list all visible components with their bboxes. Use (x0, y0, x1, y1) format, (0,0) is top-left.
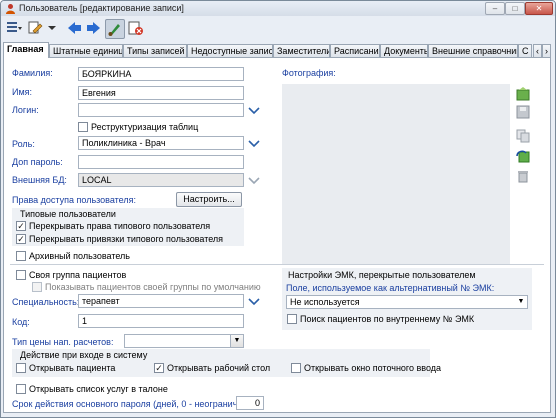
specialty-chevron-down-icon[interactable] (246, 295, 262, 309)
emk-field-select[interactable]: Не используется ▼ (286, 295, 528, 309)
override-bindings-checkbox[interactable]: ✓ (16, 234, 26, 244)
open-desktop-label: Открывать рабочий стол (167, 363, 271, 373)
photo-load-icon[interactable] (515, 86, 531, 102)
login-input[interactable] (78, 103, 244, 117)
tab-scroll-left-icon[interactable]: ‹ (533, 44, 542, 57)
chevron-down-icon[interactable] (246, 104, 262, 118)
surname-label: Фамилия: (12, 68, 53, 78)
tab-documents[interactable]: Документы (380, 44, 428, 57)
login-label: Логин: (12, 105, 39, 115)
user-edit-window: Пользователь [редактирование записи] – □… (0, 0, 556, 418)
specialty-label: Специальность: (12, 297, 80, 307)
title-bar: Пользователь [редактирование записи] – □… (1, 1, 555, 16)
edit-icon[interactable] (27, 19, 45, 37)
window-title: Пользователь [редактирование записи] (19, 3, 184, 13)
main-tab-content: Фамилия: БОЯРКИНА Имя: Евгения Логин: Ре… (3, 57, 551, 413)
archive-user-checkbox[interactable] (16, 251, 26, 261)
refresh-icon[interactable] (515, 148, 531, 164)
open-stream-checkbox[interactable] (291, 363, 301, 373)
edit-dropdown-icon[interactable] (47, 19, 57, 37)
arrow-left-icon[interactable] (65, 19, 83, 37)
open-services-checkbox[interactable] (16, 384, 26, 394)
save-disk-icon[interactable] (515, 104, 531, 120)
price-type-label: Тип цены нап. расчетов: (12, 337, 114, 347)
emk-field-label: Поле, используемое как альтернативный № … (286, 283, 495, 293)
own-group-checkbox[interactable] (16, 270, 26, 280)
archive-user-label: Архивный пользователь (29, 251, 130, 261)
brush-icon[interactable] (105, 19, 125, 39)
extra-password-label: Доп пароль: (12, 157, 63, 167)
code-input[interactable]: 1 (78, 314, 244, 328)
role-chevron-down-icon[interactable] (246, 137, 262, 151)
emk-search-label: Поиск пациентов по внутреннему № ЭМК (300, 314, 475, 324)
trash-icon[interactable] (515, 168, 531, 184)
tab-scroll-right-icon[interactable]: › (542, 44, 551, 57)
maximize-button[interactable]: □ (505, 2, 525, 15)
override-bindings-label: Перекрывать привязки типового пользовате… (29, 234, 224, 244)
override-rights-checkbox[interactable]: ✓ (16, 221, 26, 231)
tab-unavailable-records[interactable]: Недоступные записи (187, 44, 273, 57)
emk-search-checkbox[interactable] (287, 314, 297, 324)
configure-button[interactable]: Настроить... (176, 192, 242, 207)
tab-bar: Главная Штатные единицы Типы записей Нед… (3, 42, 551, 58)
extra-password-input[interactable] (78, 155, 244, 169)
code-label: Код: (12, 317, 30, 327)
external-db-input[interactable]: LOCAL (78, 173, 244, 187)
open-services-label: Открывать список услуг в талоне (29, 384, 168, 394)
external-db-label: Внешняя БД: (12, 175, 67, 185)
open-stream-label: Открывать окно поточного ввода (304, 363, 442, 373)
emk-dropdown-arrow-icon[interactable]: ▼ (515, 296, 527, 308)
restructure-checkbox[interactable] (78, 122, 88, 132)
tab-main[interactable]: Главная (3, 42, 49, 58)
name-label: Имя: (12, 87, 33, 97)
own-group-label: Своя группа пациентов (29, 270, 127, 280)
tab-overflow[interactable]: С (518, 44, 532, 57)
login-action-header: Действие при входе в систему (20, 350, 148, 360)
toolbar (1, 16, 555, 40)
copy-icon[interactable] (515, 128, 531, 144)
tab-staff-units[interactable]: Штатные единицы (49, 44, 123, 57)
role-label: Роль: (12, 139, 35, 149)
override-rights-label: Перекрывать права типового пользователя (29, 221, 211, 231)
show-group-checkbox[interactable] (32, 282, 42, 292)
name-input[interactable]: Евгения (78, 86, 244, 100)
close-button[interactable]: ✕ (525, 2, 553, 15)
open-patient-checkbox[interactable] (16, 363, 26, 373)
arrow-right-icon[interactable] (85, 19, 103, 37)
access-rights-label: Права доступа пользователя: (12, 195, 137, 205)
password-term-input[interactable]: 0 (236, 396, 264, 410)
list-icon[interactable] (5, 19, 23, 37)
photo-area[interactable] (282, 84, 510, 264)
emk-settings-header: Настройки ЭМК, перекрытые пользователем (288, 270, 476, 280)
price-type-dropdown-arrow-icon[interactable]: ▼ (230, 335, 243, 347)
photo-label: Фотография: (282, 68, 336, 78)
open-patient-label: Открывать пациента (29, 363, 116, 373)
password-term-label: Срок действия основного пароля (дней, 0 … (12, 399, 253, 409)
tab-substitutes[interactable]: Заместители (273, 44, 330, 57)
cancel-icon[interactable] (127, 19, 145, 37)
open-desktop-checkbox[interactable]: ✓ (154, 363, 164, 373)
tab-schedules[interactable]: Расписания (330, 44, 380, 57)
minimize-button[interactable]: – (485, 2, 505, 15)
show-group-label: Показывать пациентов своей группы по умо… (45, 282, 261, 292)
restructure-label: Реструктуризация таблиц (91, 122, 199, 132)
typical-users-header: Типовые пользователи (20, 209, 116, 219)
section-divider (10, 264, 544, 265)
specialty-input[interactable]: терапевт (78, 294, 244, 308)
tab-external-refs[interactable]: Внешние справочники (428, 44, 518, 57)
tab-record-types[interactable]: Типы записей (123, 44, 187, 57)
surname-input[interactable]: БОЯРКИНА (78, 67, 244, 81)
external-db-chevron-down-icon[interactable] (246, 174, 262, 188)
emk-field-value: Не используется (290, 297, 360, 307)
price-type-select[interactable]: ▼ (124, 334, 244, 348)
user-icon (6, 4, 15, 14)
role-input[interactable]: Поликлиника - Врач (78, 136, 244, 150)
